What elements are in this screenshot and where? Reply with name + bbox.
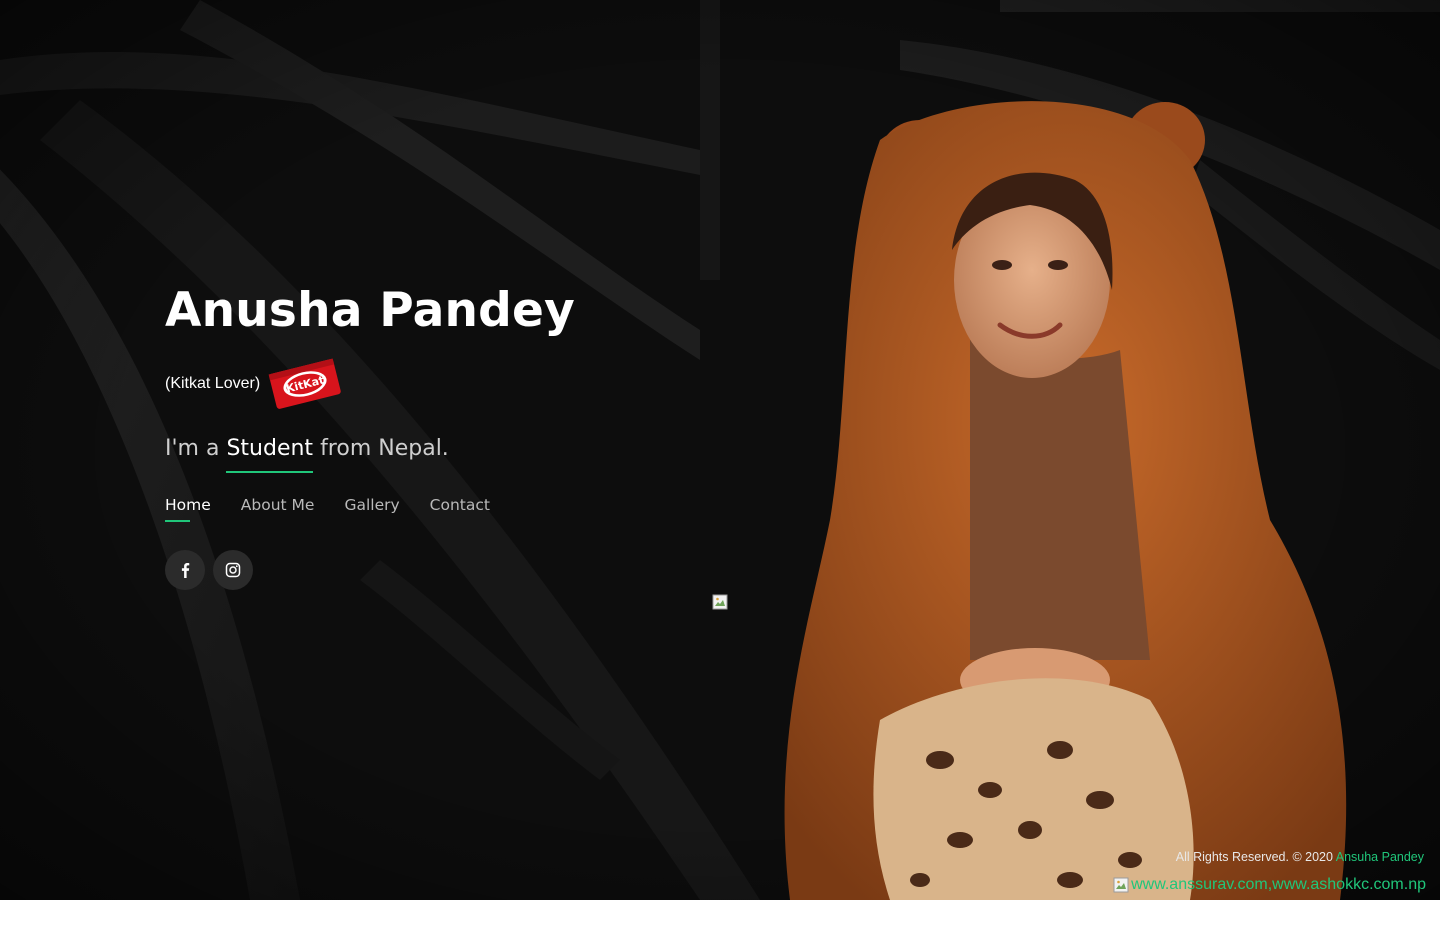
nav-contact[interactable]: Contact [430, 496, 490, 522]
copyright-text: All Rights Reserved. © 2020 [1175, 850, 1333, 864]
page-title: Anusha Pandey [165, 283, 575, 338]
nav-gallery[interactable]: Gallery [344, 496, 399, 522]
tagline-row: (Kitkat Lover) KitKat [165, 354, 685, 414]
facebook-button[interactable] [165, 550, 205, 590]
kitkat-logo-icon: KitKat [268, 358, 341, 409]
nav-home[interactable]: Home [165, 496, 211, 522]
main-nav: Home About Me Gallery Contact [165, 496, 685, 522]
intro-suffix: from Nepal. [320, 436, 449, 461]
tagline: (Kitkat Lover) [165, 375, 261, 392]
instagram-icon [225, 562, 241, 578]
footer-copyright: All Rights Reserved. © 2020 Ansuha Pande… [1176, 850, 1424, 864]
owner-link[interactable]: Ansuha Pandey [1336, 850, 1424, 864]
social-links [165, 550, 685, 590]
credit-alt-text: www.anssurav.com,www.ashokkc.com.np [1131, 876, 1426, 893]
nav-about-me[interactable]: About Me [241, 496, 315, 522]
instagram-button[interactable] [213, 550, 253, 590]
portrait-image [784, 101, 1347, 900]
broken-image-icon [712, 594, 728, 610]
hero-section: Anusha Pandey (Kitkat Lover) KitKat I'm … [0, 0, 1440, 900]
intro-line: I'm a Student from Nepal. [165, 436, 685, 473]
intro-prefix: I'm a [165, 436, 220, 461]
credit-image-link[interactable]: www.anssurav.com,www.ashokkc.com.np [1113, 874, 1426, 896]
intro-role: Student [226, 436, 314, 473]
intro-content: Anusha Pandey (Kitkat Lover) KitKat I'm … [165, 282, 685, 590]
broken-image-icon [1113, 877, 1129, 893]
facebook-icon [181, 563, 190, 578]
